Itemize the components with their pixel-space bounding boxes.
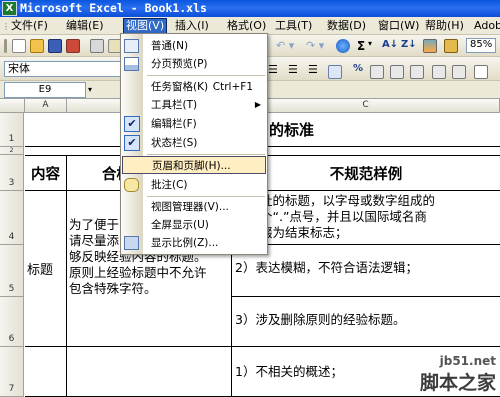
hyperlink-icon[interactable]: [336, 39, 350, 53]
increase-decimal-icon[interactable]: [390, 65, 404, 79]
borders-icon[interactable]: [474, 65, 488, 79]
menu-item-formula-bar[interactable]: ✔ 编辑栏(F): [121, 115, 267, 133]
header-content-cell[interactable]: 内容: [25, 155, 67, 191]
rule-line-4: 原则上经验标题中不允许: [69, 265, 207, 280]
row-header-3[interactable]: 3: [0, 155, 24, 191]
increase-indent-icon[interactable]: [452, 65, 466, 79]
print-icon[interactable]: [90, 39, 104, 53]
watermark-text: 脚本之家: [419, 372, 496, 394]
new-icon[interactable]: [12, 39, 26, 53]
redo-icon[interactable]: ↷ ▾: [306, 39, 324, 52]
menu-item-custom-views[interactable]: 视图管理器(V)...: [121, 198, 267, 216]
submenu-arrow-icon: ▶: [254, 100, 261, 109]
undo-icon[interactable]: ↶ ▾: [276, 39, 294, 52]
watermark: jb51.net 脚本之家: [420, 354, 496, 395]
menu-item-full-screen[interactable]: 全屏显示(U): [121, 216, 267, 234]
row7-col-b-cell[interactable]: [67, 347, 232, 397]
menu-edit[interactable]: 编辑(E): [66, 19, 104, 33]
example-3-cell[interactable]: 3）涉及删除原则的经验标题。: [232, 297, 500, 347]
checkmark-icon: ✔: [124, 116, 140, 132]
menu-format[interactable]: 格式(O): [227, 19, 266, 33]
row-header-7[interactable]: 7: [0, 347, 24, 397]
select-all-corner[interactable]: [0, 99, 25, 113]
view-menu-dropdown: 普通(N) 分页预览(P) 任务窗格(K) Ctrl+F1 工具栏(T) ▶ ✔…: [120, 33, 268, 255]
menu-separator: [147, 154, 265, 155]
name-box[interactable]: E9: [4, 82, 86, 98]
menu-item-task-pane[interactable]: 任务窗格(K) Ctrl+F1: [121, 78, 267, 96]
sort-ascending-icon[interactable]: A↓: [382, 39, 398, 50]
menu-adobe[interactable]: Adobe: [474, 19, 500, 33]
row-header-1[interactable]: 1: [0, 113, 24, 147]
menu-insert[interactable]: 插入(I): [175, 19, 209, 33]
menu-view[interactable]: 视图(V): [123, 18, 168, 34]
decrease-indent-icon[interactable]: [432, 65, 446, 79]
window-title: Microsoft Excel - Book1.xls: [20, 1, 207, 15]
row-header-2[interactable]: 2: [0, 147, 24, 155]
menu-item-header-footer[interactable]: 页眉和页脚(H)...: [122, 156, 266, 174]
name-box-dropdown-icon[interactable]: ▾: [88, 85, 92, 94]
menu-separator: [147, 75, 265, 76]
permission-icon[interactable]: [66, 39, 80, 53]
menu-help[interactable]: 帮助(H): [425, 19, 464, 33]
menu-item-zoom[interactable]: 显示比例(Z)...: [121, 234, 267, 252]
example-1-line-3: 的后缀为结束标志；: [235, 225, 348, 240]
page-break-preview-icon: [124, 57, 139, 71]
zoom-icon: [124, 236, 139, 250]
menu-item-normal[interactable]: 普通(N): [121, 37, 267, 55]
menubar-grip: ⋮: [2, 22, 10, 31]
example-2-cell[interactable]: 2）表达模糊，不符合语法逻辑；: [232, 245, 500, 297]
menu-window[interactable]: 窗口(W): [378, 19, 419, 33]
title-label-cell[interactable]: 标题: [25, 191, 67, 347]
example-1-cell[interactable]: 有网址的标题，以字母或数字组成的 上一个“.”点号，并且以国际域名商 的后缀为结…: [232, 191, 500, 245]
autosum-icon[interactable]: Σ: [357, 39, 365, 53]
menu-item-toolbars[interactable]: 工具栏(T) ▶: [121, 96, 267, 114]
rule-line-5: 包含特殊字符。: [69, 281, 157, 296]
open-icon[interactable]: [30, 39, 44, 53]
autosum-dropdown-icon[interactable]: ▾: [368, 39, 372, 48]
percent-style-icon[interactable]: %: [353, 63, 363, 74]
comment-icon: [124, 178, 139, 192]
normal-view-icon: [124, 39, 139, 53]
watermark-url: jb51.net: [439, 354, 496, 368]
sort-descending-icon[interactable]: Z↓: [401, 39, 417, 50]
row7-col-a-cell[interactable]: [25, 347, 67, 397]
menu-tools[interactable]: 工具(T): [275, 19, 312, 33]
row-header-6[interactable]: 6: [0, 297, 24, 347]
title-bar: X Microsoft Excel - Book1.xls: [0, 0, 500, 17]
menu-file[interactable]: 文件(F): [11, 19, 48, 33]
chart-wizard-icon[interactable]: [423, 39, 437, 53]
menu-item-status-bar[interactable]: ✔ 状态栏(S): [121, 134, 267, 152]
zoom-select[interactable]: 85%: [466, 38, 497, 53]
example-1-line-2: 上一个“.”点号，并且以国际域名商: [235, 209, 427, 224]
comma-style-icon[interactable]: [370, 65, 384, 79]
menu-item-page-break-preview[interactable]: 分页预览(P): [121, 55, 267, 73]
column-header-c[interactable]: C: [232, 99, 500, 113]
decrease-decimal-icon[interactable]: [410, 65, 424, 79]
toolbar-grip: [4, 39, 7, 53]
example-1-line-1: 有网址的标题，以字母或数字组成的: [235, 193, 436, 208]
column-header-a[interactable]: A: [25, 99, 67, 113]
checkmark-icon: ✔: [124, 135, 140, 151]
header-bad-examples-cell[interactable]: 不规范样例: [232, 155, 500, 191]
menu-item-comments[interactable]: 批注(C): [121, 176, 267, 194]
menu-separator: [147, 196, 265, 197]
align-left-icon[interactable]: ☰: [268, 63, 278, 76]
row-header-4[interactable]: 4: [0, 191, 24, 245]
merge-center-icon[interactable]: [328, 65, 342, 79]
menu-data[interactable]: 数据(D): [327, 19, 366, 33]
align-right-icon[interactable]: ☰: [308, 63, 318, 76]
font-name-select[interactable]: 宋体: [4, 61, 122, 77]
excel-icon[interactable]: X: [2, 1, 17, 16]
drawing-icon[interactable]: [444, 39, 458, 53]
row-header-5[interactable]: 5: [0, 245, 24, 297]
save-icon[interactable]: [48, 39, 62, 53]
align-center-icon[interactable]: ☰: [288, 63, 298, 76]
